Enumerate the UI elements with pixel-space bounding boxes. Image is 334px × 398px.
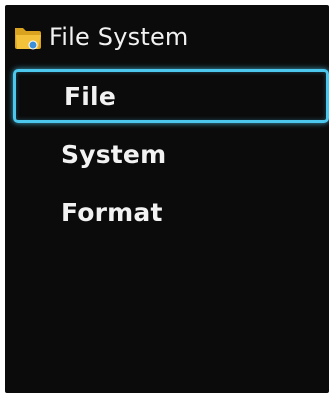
menu-list: File System Format bbox=[13, 69, 329, 239]
menu-item-file[interactable]: File bbox=[13, 69, 329, 123]
menu-item-label: Format bbox=[61, 197, 163, 227]
file-system-screen: File System File System Format bbox=[5, 5, 329, 393]
menu-item-label: File bbox=[64, 81, 116, 111]
page-title: File System bbox=[49, 23, 189, 51]
menu-item-label: System bbox=[61, 139, 167, 169]
header: File System bbox=[13, 20, 189, 54]
menu-item-format[interactable]: Format bbox=[13, 185, 329, 239]
menu-item-system[interactable]: System bbox=[13, 127, 329, 181]
folder-icon bbox=[13, 22, 43, 52]
